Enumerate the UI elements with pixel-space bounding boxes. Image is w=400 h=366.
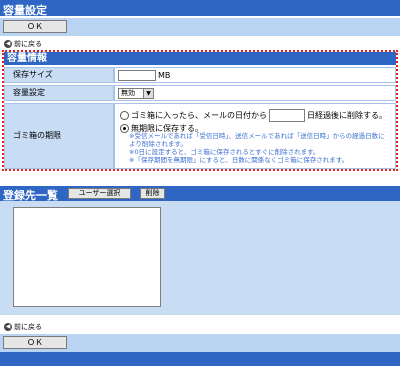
option-delete-suffix: 日経過後に削除する。 (307, 111, 387, 120)
page-title: 容量設定 (0, 0, 400, 17)
save-size-cell: MB (114, 67, 396, 83)
option-delete-days-input[interactable] (269, 109, 305, 122)
option-delete-radio[interactable] (120, 111, 129, 120)
back-arrow-icon: ◀ (4, 40, 12, 48)
back-link-bottom[interactable]: ◀ 前に戻る (4, 322, 42, 332)
capacity-setting-select[interactable]: 無効 ▼ (118, 88, 154, 99)
option-delete-row: ゴミ箱に入ったら、メールの日付から 日経過後に削除する。 (120, 109, 387, 122)
delete-button[interactable]: 削除 (140, 188, 165, 199)
capacity-setting-cell: 無効 ▼ (114, 85, 396, 101)
top-ok-bar: ＯＫ (0, 18, 400, 36)
bottom-ok-bar: ＯＫ (0, 334, 400, 352)
capacity-setting-value: 無効 (121, 89, 135, 97)
trash-period-cell: ゴミ箱に入ったら、メールの日付から 日経過後に削除する。 無期限に保存する。 ※… (114, 103, 396, 169)
option-keep-radio[interactable] (120, 124, 129, 133)
back-link-label: 前に戻る (14, 40, 42, 48)
ok-button-bottom[interactable]: ＯＫ (3, 336, 67, 349)
chevron-down-icon: ▼ (143, 89, 153, 98)
capacity-setting-label: 容量設定 (4, 85, 114, 101)
save-size-unit: MB (158, 71, 171, 80)
note-1: ※受信メールであれば「受信日時」、送信メールであれば「送信日時」からの経過日数に… (129, 132, 385, 148)
capacity-section-title: 容量情報 (4, 52, 396, 65)
ok-button-top[interactable]: ＯＫ (3, 20, 67, 33)
back-link-top[interactable]: ◀ 前に戻る (4, 39, 42, 49)
select-user-button[interactable]: ユーザー選択 (68, 188, 131, 199)
note-2: ※0日に設定すると、ゴミ箱に保存されるとすぐに削除されます。 (129, 148, 320, 156)
option-delete-prefix: ゴミ箱に入ったら、メールの日付から (131, 111, 267, 120)
save-size-input[interactable] (118, 70, 156, 81)
note-3: ※「保存期間を無期限」にすると、日数に関係なくゴミ箱に保存されます。 (129, 156, 349, 164)
registration-header (0, 186, 400, 201)
back-arrow-icon: ◀ (4, 323, 12, 331)
bottom-bar (0, 352, 400, 366)
save-size-label: 保存サイズ (4, 67, 114, 83)
back-link-label: 前に戻る (14, 323, 42, 331)
registration-listbox[interactable] (13, 207, 161, 307)
trash-period-notes: ※受信メールであれば「受信日時」、送信メールであれば「送信日時」からの経過日数に… (129, 132, 391, 164)
trash-period-label: ゴミ箱の期限 (4, 103, 114, 169)
